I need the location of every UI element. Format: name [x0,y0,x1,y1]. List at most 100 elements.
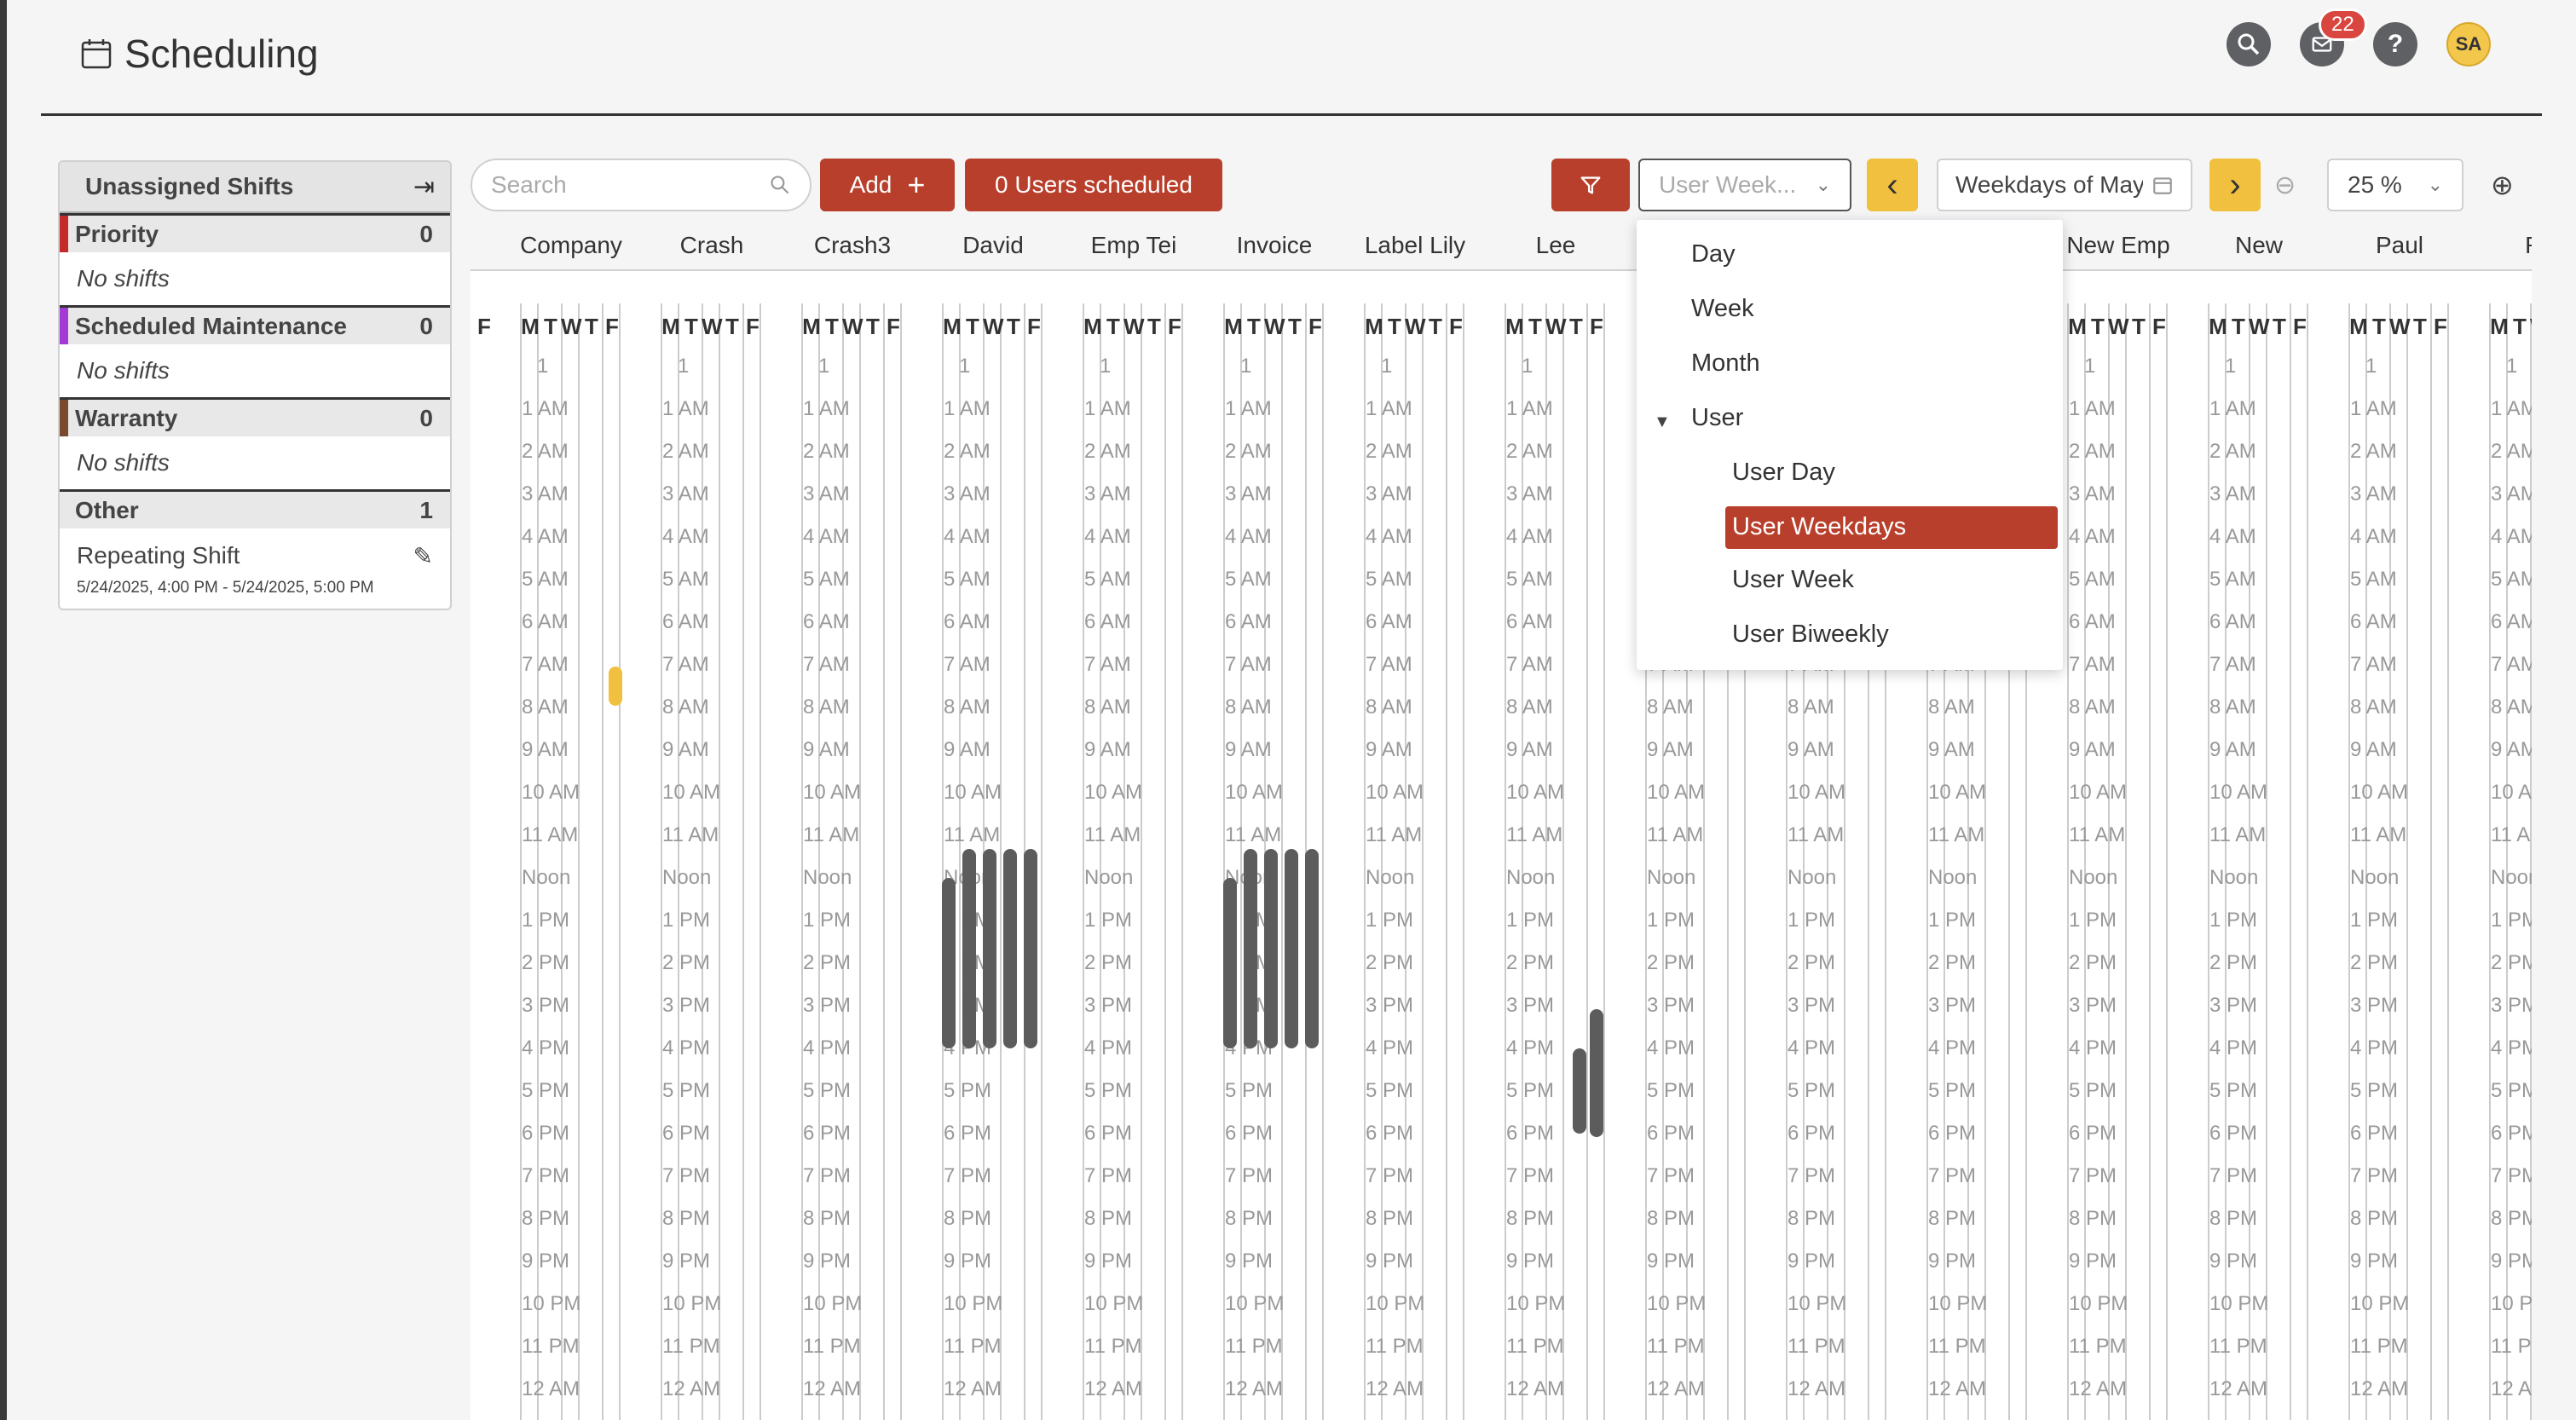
search-icon[interactable] [2227,22,2271,66]
hour-label: 5 PM [2491,1079,2532,1102]
scheduled-shift-block[interactable] [1285,849,1298,1048]
user-column-header[interactable]: Company [520,232,622,259]
day-strip[interactable] [1164,303,1183,1420]
hour-label: 7 AM [1084,653,1131,676]
plus-icon: + [907,167,926,202]
help-icon[interactable]: ? [2373,22,2417,66]
filter-button[interactable] [1551,159,1630,211]
hour-label: 9 AM [2209,738,2256,761]
date-field[interactable]: Weekdays of May [1937,159,2192,211]
zoom-out-icon[interactable]: ⊖ [2274,170,2296,200]
user-day-columns[interactable]: MTWTF11 AM2 AM3 AM4 AM5 AM6 AM7 AM8 AM9 … [2489,303,2532,1420]
previous-button[interactable]: ‹ [1867,159,1918,211]
edit-icon[interactable]: ✎ [413,542,433,570]
scheduled-shift-block[interactable] [1003,849,1017,1048]
next-button[interactable]: › [2209,159,2261,211]
user-column-header[interactable]: Paul [2376,232,2423,259]
menu-item-user-day[interactable]: User Day [1732,459,1835,487]
user-day-columns[interactable]: MTWTF11 AM2 AM3 AM4 AM5 AM6 AM7 AM8 AM9 … [520,303,622,1420]
user-day-columns[interactable]: MTWTF11 AM2 AM3 AM4 AM5 AM6 AM7 AM8 AM9 … [2208,303,2310,1420]
day-letter: T [2132,314,2146,339]
hour-label: 10 AM [2209,781,2268,804]
no-shifts-text: No shifts [77,357,170,384]
search-icon[interactable] [769,174,791,196]
day-strip[interactable] [602,303,621,1420]
scheduled-shift-block[interactable] [1305,849,1319,1048]
caret-down-icon[interactable]: ▼ [1654,413,1671,432]
day-letters: MTWTF [1223,314,1326,340]
hour-label: 1 PM [1647,909,1695,932]
hour-label: 10 AM [1084,781,1143,804]
category-warranty[interactable]: Warranty 0 [60,397,450,436]
hour-label: 4 AM [1506,525,1553,548]
hour-label: 8 AM [2491,696,2532,719]
hour-label: 9 PM [2491,1250,2532,1273]
collapse-panel-icon[interactable]: ⇥ [413,172,435,202]
view-select[interactable]: User Week... ⌄ [1638,159,1851,211]
scheduled-shift-block[interactable] [1244,849,1257,1048]
scheduled-shift-block[interactable] [609,667,622,706]
zoom-in-icon[interactable]: ⊕ [2491,169,2514,201]
scheduled-shift-block[interactable] [942,878,956,1048]
menu-item-user-weekdays[interactable]: User Weekdays [1725,506,2058,549]
menu-item-user[interactable]: User [1691,404,1743,432]
scheduled-shift-block[interactable] [1573,1048,1586,1134]
hour-label: 1 AM [944,397,991,420]
day-strip[interactable] [2430,303,2449,1420]
scheduled-shift-block[interactable] [1590,1009,1603,1137]
user-day-columns[interactable]: MTWTF11 AM2 AM3 AM4 AM5 AM6 AM7 AM8 AM9 … [801,303,904,1420]
category-priority[interactable]: Priority 0 [60,213,450,252]
user-column-header[interactable]: Lee [1536,232,1576,259]
hour-label: 7 AM [1506,653,1553,676]
unassigned-shift-item[interactable]: Repeating Shift ✎ 5/24/2025, 4:00 PM - 5… [60,528,450,609]
scheduled-shift-block[interactable] [1024,849,1037,1048]
scheduled-shift-block[interactable] [1223,878,1237,1048]
mail-icon[interactable]: 22 [2300,9,2367,66]
day-letter: T [544,314,557,339]
user-day-columns[interactable]: MTWTF11 AM2 AM3 AM4 AM5 AM6 AM7 AM8 AM9 … [1083,303,1185,1420]
user-column-header[interactable]: David [962,232,1024,259]
day-strip[interactable] [2290,303,2308,1420]
day-strip[interactable] [742,303,761,1420]
user-column-header[interactable]: Crash [680,232,744,259]
user-column-header[interactable]: New Emp [2066,232,2169,259]
menu-item-user-biweekly[interactable]: User Biweekly [1732,621,1889,649]
zoom-select[interactable]: 25 % ⌄ [2327,159,2463,211]
chevron-right-icon: › [2229,165,2241,204]
search-input[interactable] [491,171,747,199]
users-scheduled-button[interactable]: 0 Users scheduled [965,159,1222,211]
scheduled-shift-block[interactable] [1264,849,1278,1048]
scheduled-shift-block[interactable] [983,849,996,1048]
hour-label: 5 AM [803,568,850,591]
day-strip[interactable] [2149,303,2168,1420]
user-column-header[interactable]: Label Lily [1365,232,1465,259]
day-strip[interactable] [883,303,902,1420]
user-column-header[interactable]: Emp Tei [1091,232,1177,259]
user-day-columns[interactable]: MTWTF11 AM2 AM3 AM4 AM5 AM6 AM7 AM8 AM9 … [661,303,763,1420]
category-other[interactable]: Other 1 [60,489,450,528]
user-column-header[interactable]: Ro [2525,232,2532,259]
menu-item-week[interactable]: Week [1691,295,1754,323]
add-button[interactable]: Add + [820,159,955,211]
day-letter: T [684,314,698,339]
user-day-columns[interactable]: MTWTF11 AM2 AM3 AM4 AM5 AM6 AM7 AM8 AM9 … [2067,303,2169,1420]
day-strip[interactable] [1446,303,1464,1420]
user-day-columns[interactable]: MTWTF11 AM2 AM3 AM4 AM5 AM6 AM7 AM8 AM9 … [2348,303,2451,1420]
category-scheduled-maintenance[interactable]: Scheduled Maintenance 0 [60,305,450,344]
hour-label: 7 AM [2209,653,2256,676]
menu-item-user-week[interactable]: User Week [1732,566,1854,594]
hour-label: 4 AM [803,525,850,548]
user-column-header[interactable]: Invoice [1237,232,1313,259]
hour-label: 12 AM [2069,1377,2128,1400]
user-column-header[interactable]: Crash3 [814,232,891,259]
hour-label: 5 AM [522,568,569,591]
user-column-header[interactable]: New [2235,232,2283,259]
menu-item-month[interactable]: Month [1691,349,1760,378]
avatar[interactable]: SA [2446,22,2491,66]
menu-item-day[interactable]: Day [1691,240,1736,268]
scheduled-shift-block[interactable] [962,849,976,1048]
user-day-columns[interactable]: MTWTF11 AM2 AM3 AM4 AM5 AM6 AM7 AM8 AM9 … [1505,303,1607,1420]
hour-label: 11 AM [2209,823,2267,846]
day-strip[interactable] [1586,303,1605,1420]
user-day-columns[interactable]: MTWTF11 AM2 AM3 AM4 AM5 AM6 AM7 AM8 AM9 … [1364,303,1466,1420]
